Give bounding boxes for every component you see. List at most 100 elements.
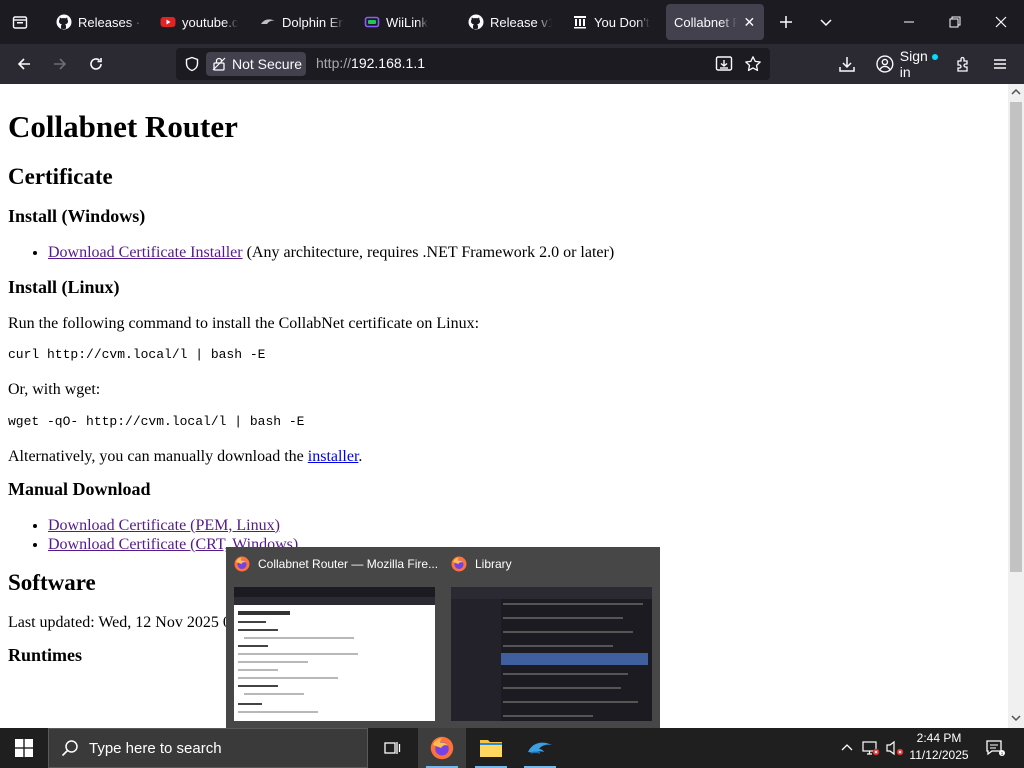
tab-label: Collabnet Ro [674,14,737,30]
tab-label: WiiLink [386,14,428,30]
back-button[interactable] [10,50,38,78]
forward-arrow-icon [54,58,67,70]
dolphin-icon [260,14,276,30]
tab-youtube[interactable]: youtube.co [152,4,246,40]
tab-release-v1[interactable]: Release v1. [460,4,560,40]
reload-button[interactable] [82,50,110,78]
tab-releases[interactable]: Releases · T [48,4,152,40]
notification-icon: 1 [986,740,1005,756]
hamburger-menu-icon [994,59,1006,69]
show-hidden-icons-button[interactable] [836,728,858,768]
tab-dolphin[interactable]: Dolphin En [252,4,352,40]
preview-title-label: Collabnet Router — Mozilla Fire... [258,557,439,571]
youtube-icon [160,14,176,30]
alternative-suffix: . [358,447,363,465]
wget-intro-text: Or, with wget: [8,381,101,399]
preview-title: Collabnet Router — Mozilla Fire... [234,555,438,573]
search-placeholder: Type here to search [89,739,222,757]
tab-label: youtube.co [182,14,238,30]
forward-button[interactable] [46,50,74,78]
network-button[interactable] [860,728,882,768]
preview-title-label: Library [475,557,512,571]
close-icon [995,16,1007,28]
windows-download-list: Download Certificate Installer (Any arch… [48,243,1000,262]
address-bar[interactable]: Not Secure http://192.168.1.1 [176,48,770,80]
restore-button[interactable] [932,0,978,44]
installer-link[interactable]: installer [308,448,359,465]
taskbar-search-box[interactable]: Type here to search [48,728,368,768]
start-button[interactable] [0,728,48,768]
url-scheme: http:// [316,55,352,71]
install-page-button[interactable] [710,50,738,78]
notification-dot [932,54,938,60]
taskbar-firefox[interactable] [418,728,466,768]
taskbar-dolphin[interactable] [516,728,564,768]
firefox-view-button[interactable] [6,8,34,36]
back-arrow-icon [17,58,30,70]
action-center-button[interactable]: 1 [980,728,1010,768]
preview-firefox-window[interactable]: Collabnet Router — Mozilla Fire... [226,547,443,728]
sign-in-button[interactable]: Sign in [868,48,942,80]
download-icon [839,57,855,72]
url-display[interactable]: http://192.168.1.1 [316,55,425,71]
url-host: 192.168.1.1 [351,55,425,71]
windows-taskbar: Type here to search 2:44 PM 11/12/2025 1 [0,728,1024,768]
install-linux-heading: Install (Linux) [8,277,120,298]
github-icon [468,14,484,30]
tab-you-dont[interactable]: You Don't [564,4,660,40]
tab-wiilink[interactable]: WiiLink [356,4,456,40]
taskbar-file-explorer[interactable] [467,728,515,768]
new-tab-button[interactable] [772,8,800,36]
archive-icon [572,14,588,30]
scroll-up-arrow-icon[interactable] [1008,84,1024,100]
firefox-window-thumbnail [234,587,435,721]
chevron-up-icon [841,744,853,751]
lock-broken-icon [212,57,226,71]
close-tab-icon[interactable]: ✕ [743,14,756,30]
downloads-button[interactable] [833,50,861,78]
firefox-view-icon [12,16,28,29]
security-label: Not Secure [232,56,303,72]
firefox-icon [451,556,467,572]
task-view-button[interactable] [368,728,416,768]
list-item: Download Certificate Installer (Any arch… [48,243,1000,262]
clock-date: 11/12/2025 [909,748,969,762]
download-pem-link[interactable]: Download Certificate (PEM, Linux) [48,517,280,534]
chevron-down-icon [820,19,832,27]
shield-icon[interactable] [184,56,200,72]
minimize-icon [904,21,914,23]
navigation-toolbar: Not Secure http://192.168.1.1 Sign in [0,44,1024,84]
tab-strip: Releases · T youtube.co Dolphin En WiiLi… [0,0,1024,44]
wiilink-icon [364,14,380,30]
list-all-tabs-button[interactable] [812,8,840,36]
close-window-button[interactable] [978,0,1024,44]
curl-command: curl http://cvm.local/l | bash -E [8,347,266,363]
alternative-prefix: Alternatively, you can manually download… [8,447,308,465]
firefox-icon [430,736,454,760]
scrollbar-thumb[interactable] [1010,102,1022,572]
preview-library-window[interactable]: Library [443,547,660,728]
download-installer-link[interactable]: Download Certificate Installer [48,244,243,261]
minimize-button[interactable] [886,0,932,44]
app-menu-button[interactable] [986,50,1014,78]
account-icon [876,55,894,73]
sign-in-label: Sign in [899,48,928,80]
task-view-icon [384,742,401,754]
bookmark-button[interactable] [739,50,767,78]
star-icon [745,56,761,72]
tab-label: Releases · T [78,14,144,30]
taskbar-thumbnail-preview: Collabnet Router — Mozilla Fire... Libra… [226,547,660,728]
search-icon [61,740,78,757]
plus-icon [780,16,792,28]
scroll-down-arrow-icon[interactable] [1008,710,1024,726]
tab-collabnet[interactable]: Collabnet Ro ✕ [666,4,764,40]
taskbar-clock[interactable]: 2:44 PM 11/12/2025 [902,730,976,766]
firefox-icon [234,556,250,572]
tab-label: You Don't [594,14,650,30]
site-security-indicator[interactable]: Not Secure [206,52,306,76]
reload-icon [90,58,102,70]
page-scrollbar[interactable] [1008,84,1024,728]
tab-label: Dolphin En [282,14,344,30]
extensions-button[interactable] [950,50,978,78]
github-icon [56,14,72,30]
